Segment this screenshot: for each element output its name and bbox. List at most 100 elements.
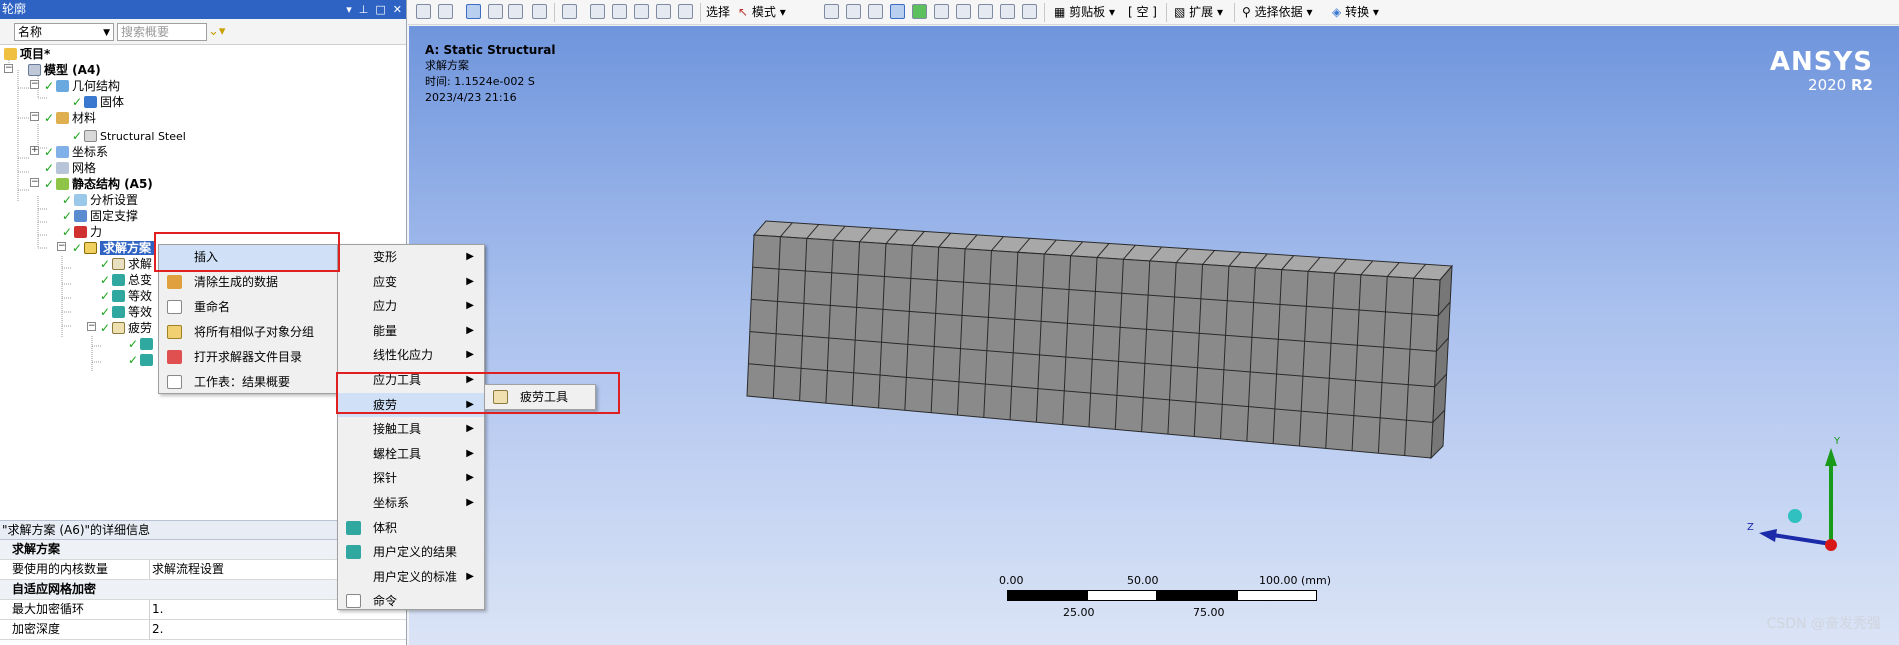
tree-node-force[interactable]: ✓ 力 bbox=[62, 224, 102, 240]
wireframe-view-icon[interactable] bbox=[488, 4, 503, 19]
details-key: 要使用的内核数量（Beta） bbox=[12, 560, 150, 579]
menu-item-coordinate-systems[interactable]: 坐标系 ▶ bbox=[338, 491, 484, 515]
tree-node-equivalent-stress[interactable]: ✓ 等效 bbox=[100, 288, 152, 304]
details-value[interactable]: 2. bbox=[152, 620, 163, 639]
submenu-arrow-icon: ▶ bbox=[466, 472, 474, 484]
select-all-icon[interactable] bbox=[1000, 4, 1015, 19]
tree-node-materials[interactable]: ✓ 材料 bbox=[44, 110, 96, 126]
shaded-view-icon[interactable] bbox=[466, 4, 481, 19]
select-element-face-icon[interactable] bbox=[934, 4, 949, 19]
details-value[interactable]: 求解流程设置 bbox=[152, 560, 224, 579]
menu-item-probe[interactable]: 探针 ▶ bbox=[338, 466, 484, 490]
eraser-icon bbox=[167, 275, 182, 289]
z-axis-arrow bbox=[1759, 529, 1777, 542]
menu-item-volume[interactable]: 体积 bbox=[338, 516, 484, 540]
close-icon[interactable]: ✕ bbox=[393, 0, 402, 19]
result-icon bbox=[112, 274, 125, 286]
solid-icon bbox=[84, 96, 97, 108]
zoom-in-icon[interactable] bbox=[416, 4, 431, 19]
tree-node-solid[interactable]: ✓ 固体 bbox=[72, 94, 124, 110]
select-body-icon[interactable] bbox=[890, 4, 905, 19]
details-value[interactable]: 1. bbox=[152, 600, 163, 619]
clipboard-button[interactable]: ▦ 剪贴板 ▾ bbox=[1054, 3, 1115, 21]
maximize-icon[interactable]: □ bbox=[375, 0, 385, 19]
select-edge-icon[interactable] bbox=[846, 4, 861, 19]
select-element-icon[interactable] bbox=[956, 4, 971, 19]
toolbar-separator bbox=[1166, 3, 1167, 22]
watermark: CSDN @奋发秃强 bbox=[1766, 616, 1881, 632]
tree-node-fatigue[interactable]: ✓ 疲劳 bbox=[100, 320, 152, 336]
magnifier-icon[interactable] bbox=[678, 4, 693, 19]
tree-node-mesh[interactable]: ✓ 网格 bbox=[44, 160, 96, 176]
tree-expander[interactable]: − bbox=[30, 112, 39, 121]
zoom-icon[interactable] bbox=[612, 4, 627, 19]
convert-icon: ◈ bbox=[1332, 5, 1342, 19]
search-input[interactable]: 搜索概要 bbox=[117, 23, 207, 41]
graphics-viewport[interactable]: A: Static Structural 求解方案 时间: 1.1524e-00… bbox=[409, 26, 1899, 645]
solution-icon bbox=[84, 242, 97, 254]
tree-node-model[interactable]: 模型 (A4) bbox=[28, 62, 101, 78]
tree-node-fatigue-result[interactable]: ✓ bbox=[128, 352, 156, 368]
menu-item-stress[interactable]: 应力 ▶ bbox=[338, 294, 484, 318]
zoom-out-icon[interactable] bbox=[438, 4, 453, 19]
menu-item-bolt-tool[interactable]: 螺栓工具 ▶ bbox=[338, 442, 484, 466]
tree-expander[interactable]: − bbox=[4, 64, 13, 73]
isometric-ball[interactable] bbox=[1788, 509, 1802, 523]
folder-icon bbox=[167, 350, 182, 364]
menu-item-linearized-stress[interactable]: 线性化应力 ▶ bbox=[338, 343, 484, 367]
check-icon: ✓ bbox=[72, 241, 83, 255]
submenu-arrow-icon: ▶ bbox=[466, 251, 474, 262]
tree-expander[interactable]: − bbox=[87, 322, 96, 331]
menu-item-deformation[interactable]: 变形 ▶ bbox=[338, 245, 484, 269]
tree-expander[interactable]: − bbox=[30, 80, 39, 89]
select-vertex-icon[interactable] bbox=[824, 4, 839, 19]
tree-node-coordinate-systems[interactable]: ✓ 坐标系 bbox=[44, 144, 108, 160]
extend-button[interactable]: ▧ 扩展 ▾ bbox=[1174, 3, 1223, 21]
tree-expander[interactable]: − bbox=[30, 178, 39, 187]
select-inverse-icon[interactable] bbox=[1022, 4, 1037, 19]
section-view-icon[interactable] bbox=[532, 4, 547, 19]
select-node-icon[interactable] bbox=[912, 4, 927, 19]
tree-node-analysis-settings[interactable]: ✓ 分析设置 bbox=[62, 192, 138, 208]
tree-node-fixed-support[interactable]: ✓ 固定支撑 bbox=[62, 208, 138, 224]
tree-node-solution-info[interactable]: ✓ 求解 bbox=[100, 256, 152, 272]
material-tag-icon bbox=[84, 130, 97, 142]
meshed-beam[interactable] bbox=[409, 26, 1899, 645]
select-by-button[interactable]: ⚲ 选择依据 ▾ bbox=[1242, 3, 1312, 21]
menu-item-energy[interactable]: 能量 ▶ bbox=[338, 319, 484, 343]
tree-expander[interactable]: − bbox=[57, 242, 66, 251]
edges-view-icon[interactable] bbox=[508, 4, 523, 19]
pin-icon[interactable]: ⊥ bbox=[359, 0, 369, 19]
box-zoom-icon[interactable] bbox=[634, 4, 649, 19]
menu-item-user-defined-criteria[interactable]: 用户定义的标准 ▶ bbox=[338, 565, 484, 589]
pan-icon[interactable] bbox=[590, 4, 605, 19]
tree-node-fatigue-result[interactable]: ✓ bbox=[128, 336, 156, 352]
solution-info-icon bbox=[112, 258, 125, 270]
tree-expander[interactable]: + bbox=[30, 146, 39, 155]
menu-item-contact-tool[interactable]: 接触工具 ▶ bbox=[338, 417, 484, 441]
tree-node-solution[interactable]: ✓ 求解方案 bbox=[72, 240, 155, 256]
tree-node-total-deformation[interactable]: ✓ 总变 bbox=[100, 272, 152, 288]
zoom-fit-icon[interactable] bbox=[656, 4, 671, 19]
pane-menu-icon[interactable]: ▾ bbox=[346, 0, 352, 19]
details-row[interactable]: 加密深度 2. bbox=[0, 620, 406, 640]
menu-item-commands[interactable]: 命令 bbox=[338, 589, 484, 613]
rotate-icon[interactable] bbox=[562, 4, 577, 19]
tree-node-structural-steel[interactable]: ✓ Structural Steel bbox=[72, 128, 186, 144]
convert-button[interactable]: ◈ 转换 ▾ bbox=[1332, 3, 1379, 21]
tree-node-project[interactable]: 项目* bbox=[4, 46, 50, 62]
mode-button[interactable]: ↖ 模式 ▾ bbox=[738, 3, 786, 21]
scale-segment bbox=[1007, 590, 1087, 601]
tree-node-equivalent-strain[interactable]: ✓ 等效 bbox=[100, 304, 152, 320]
filter-icon[interactable]: ⌄▾ bbox=[208, 23, 238, 41]
menu-item-strain[interactable]: 应变 ▶ bbox=[338, 270, 484, 294]
tree-node-geometry[interactable]: ✓ 几何结构 bbox=[44, 78, 120, 94]
select-face-icon[interactable] bbox=[868, 4, 883, 19]
tree-node-static-structural[interactable]: ✓ 静态结构 (A5) bbox=[44, 176, 153, 192]
filter-dropdown[interactable]: 名称 ▼ bbox=[14, 23, 114, 41]
menu-item-user-defined-result[interactable]: 用户定义的结果 bbox=[338, 540, 484, 564]
select-mesh-icon[interactable] bbox=[978, 4, 993, 19]
submenu-arrow-icon: ▶ bbox=[466, 423, 474, 435]
select-label: 选择 bbox=[706, 5, 731, 19]
axis-y-label: Y bbox=[1834, 436, 1841, 447]
